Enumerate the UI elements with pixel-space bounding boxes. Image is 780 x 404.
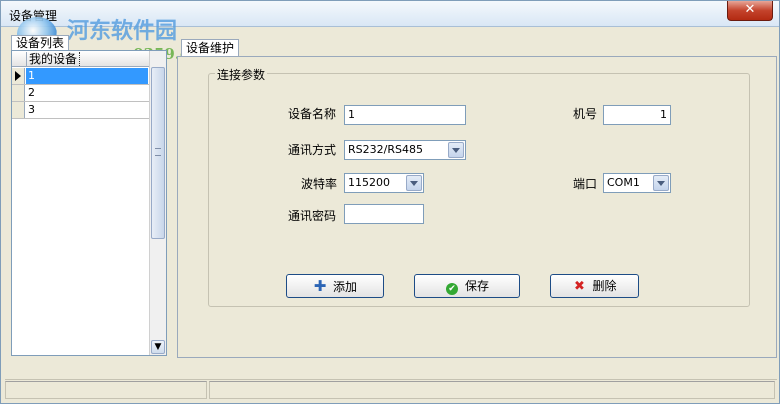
table-cell[interactable]: 1 (26, 68, 148, 84)
comm-mode-label: 通讯方式 (288, 143, 337, 157)
baud-rate-label: 波特率 (301, 177, 338, 191)
port-value: COM1 (607, 176, 640, 189)
device-name-label: 设备名称 (288, 107, 337, 121)
table-cell[interactable]: 3 (26, 102, 148, 118)
device-name-field[interactable]: 1 (344, 105, 466, 125)
tab-device-list[interactable]: 设备列表 (11, 35, 70, 51)
row-indicator (12, 68, 25, 84)
status-cell (5, 381, 207, 399)
comm-password-field[interactable] (344, 204, 424, 224)
comm-mode-select[interactable]: RS232/RS485 (344, 140, 466, 160)
chevron-down-icon[interactable] (406, 175, 422, 191)
plus-icon: ✚ (313, 277, 327, 295)
delete-button-label: 删除 (592, 279, 617, 293)
chevron-down-icon[interactable] (448, 142, 464, 158)
add-button[interactable]: ✚ 添加 (286, 274, 384, 298)
device-management-window: 设备管理 ✕ 河东软件园 www.pc0359.cn 设备列表 我的设备 1 2… (0, 0, 780, 404)
column-header-my-devices[interactable]: 我的设备 (26, 52, 81, 66)
connection-params-group: 连接参数 设备名称 1 机号 1 通讯方式 RS232/RS485 波特率 11… (208, 66, 750, 307)
baud-rate-select[interactable]: 115200 (344, 173, 424, 193)
grid-header: 我的设备 (12, 51, 149, 67)
close-icon: ✕ (744, 2, 756, 17)
table-cell[interactable]: 2 (26, 85, 148, 101)
row-indicator (12, 85, 25, 101)
check-icon-wrap: ✔ (445, 275, 459, 297)
table-row[interactable]: 1 (12, 68, 149, 85)
status-bar (5, 379, 777, 399)
port-select[interactable]: COM1 (603, 173, 671, 193)
close-button[interactable]: ✕ (727, 1, 773, 21)
table-row[interactable]: 3 (12, 102, 149, 119)
group-title: 连接参数 (215, 66, 268, 83)
baud-rate-value: 115200 (348, 176, 390, 189)
device-maintenance-panel: 连接参数 设备名称 1 机号 1 通讯方式 RS232/RS485 波特率 11… (177, 56, 777, 358)
scrollbar-thumb[interactable] (151, 67, 165, 239)
row-indicator (12, 102, 25, 118)
scroll-down-icon[interactable]: ▼ (151, 340, 165, 354)
watermark-title: 河东软件园 (67, 19, 178, 44)
status-cell (209, 381, 775, 399)
save-button-label: 保存 (464, 279, 489, 293)
tab-device-maintenance[interactable]: 设备维护 (181, 39, 240, 57)
delete-button[interactable]: ✖ 删除 (550, 274, 639, 298)
device-list-grid: 我的设备 1 2 3 ▼ (11, 50, 167, 356)
table-row[interactable]: 2 (12, 85, 149, 102)
grip-icon (155, 148, 161, 156)
x-icon: ✖ (574, 279, 585, 294)
machine-no-label: 机号 (573, 107, 598, 121)
save-button[interactable]: ✔ 保存 (414, 274, 520, 298)
comm-password-label: 通讯密码 (288, 209, 337, 223)
vertical-scrollbar[interactable]: ▼ (149, 51, 166, 355)
row-pointer-icon (15, 71, 21, 81)
comm-mode-value: RS232/RS485 (348, 143, 423, 156)
machine-no-field[interactable]: 1 (603, 105, 671, 125)
port-label: 端口 (573, 177, 598, 191)
add-button-label: 添加 (332, 280, 357, 294)
chevron-down-icon[interactable] (653, 175, 669, 191)
check-icon: ✔ (445, 283, 458, 295)
